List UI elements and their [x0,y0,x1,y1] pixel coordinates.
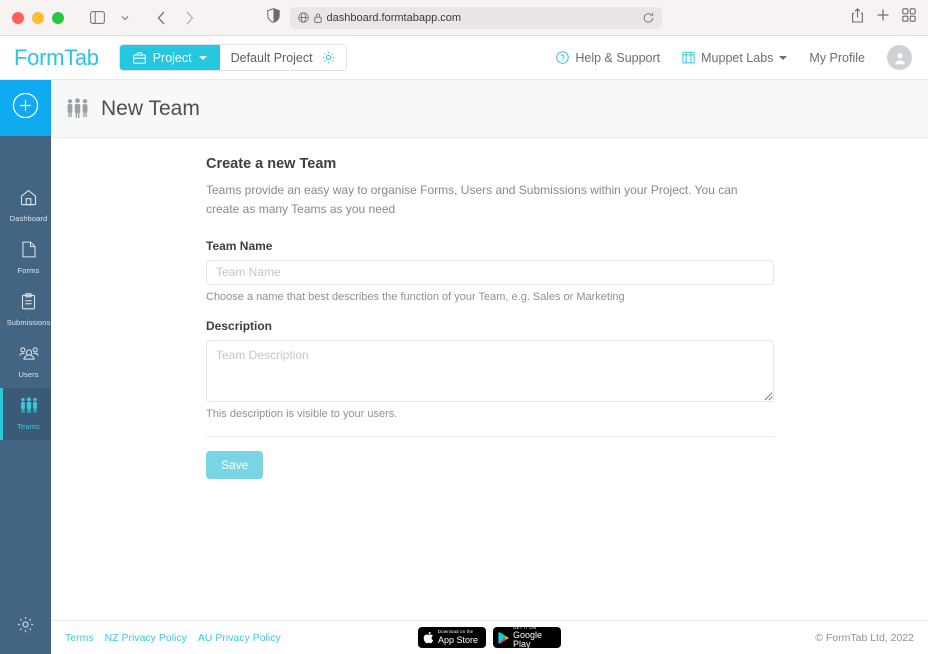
project-button-label: Project [152,50,192,65]
team-name-input[interactable] [206,259,774,285]
description-help-text: This description is visible to your user… [206,407,398,420]
footer-links: Terms NZ Privacy Policy AU Privacy Polic… [65,632,281,644]
page-header: New Team [51,80,928,138]
google-play-text: GET IT ON Google Play [513,625,556,650]
sidebar-item-label: Forms [17,266,40,275]
back-arrow-icon[interactable] [148,6,174,30]
description-field-block: Description This description is visible … [206,319,774,420]
google-play-big-label: Google Play [513,630,543,650]
sidebar-item-label: Teams [17,422,40,431]
gear-icon [17,616,34,638]
share-icon[interactable] [851,7,864,28]
sidebar-item-submissions[interactable]: Submissions [0,284,51,336]
app-logo[interactable]: FormTab [14,45,99,71]
browser-toolbar: dashboard.formtabapp.com [0,0,928,36]
form-divider [206,435,774,437]
footer-link-au-privacy[interactable]: AU Privacy Policy [198,632,281,644]
forward-arrow-icon[interactable] [176,6,202,30]
question-circle-icon [556,51,570,64]
current-project-name[interactable]: Default Project [219,45,346,70]
tab-overview-icon[interactable] [902,8,916,27]
sidebar-toggle-icon[interactable] [84,6,110,30]
sidebar-item-label: Dashboard [9,214,48,223]
organisation-dropdown[interactable]: Muppet Labs [682,50,788,65]
team-name-field-block: Team Name Choose a name that best descri… [206,239,774,303]
minimize-window-button[interactable] [32,11,44,24]
project-dropdown-button[interactable]: Project [119,45,220,70]
lock-icon [313,13,322,23]
form-heading: Create a new Team [206,156,337,172]
reload-icon[interactable] [643,12,654,24]
help-and-support-link[interactable]: Help & Support [556,51,660,65]
gear-icon[interactable] [322,51,335,64]
create-team-form: Create a new Team Teams provide an easy … [206,156,774,479]
help-label: Help & Support [575,50,661,65]
save-button[interactable]: Save [206,450,264,479]
users-icon [18,346,39,367]
content-column: New Team Create a new Team Teams provide… [51,80,928,654]
description-label: Description [206,318,273,333]
google-play-badge[interactable]: GET IT ON Google Play [493,625,561,650]
sidebar-item-label: Users [18,369,39,379]
sidebar-item-users[interactable]: Users [0,336,51,388]
plus-circle-icon [12,92,39,124]
app-store-big-label: App Store [438,634,479,645]
chevron-down-icon [198,55,207,60]
building-icon [682,51,695,64]
sidebar-item-dashboard[interactable]: Dashboard [0,180,51,232]
organisation-label: Muppet Labs [701,50,774,65]
document-icon [21,241,37,263]
sidebar-item-forms[interactable]: Forms [0,232,51,284]
app-navbar: FormTab Project Default Project Help & S… [0,36,928,80]
briefcase-icon [132,51,146,64]
team-name-label: Team Name [206,238,273,253]
chevron-down-icon [779,55,788,60]
form-description: Teams provide an easy way to organise Fo… [206,183,738,217]
app-store-text: Download on the App Store [438,629,479,645]
home-icon [20,189,37,211]
sidebar-item-label: Submissions [6,318,51,327]
footer-link-nz-privacy[interactable]: NZ Privacy Policy [105,632,187,644]
current-project-label: Default Project [230,50,313,65]
sidebar-chevron-down-icon[interactable] [112,6,138,30]
main-content: Create a new Team Teams provide an easy … [51,138,928,620]
google-play-icon [498,631,509,644]
teams-icon [65,98,90,119]
team-description-textarea[interactable] [206,339,774,402]
app-store-badge[interactable]: Download on the App Store [418,627,486,648]
sidebar: Dashboard Forms Submissions Users Teams [0,80,51,654]
plus-icon[interactable] [876,8,890,27]
profile-label: My Profile [809,50,865,65]
add-new-button[interactable] [0,80,51,136]
avatar[interactable] [887,45,912,70]
reader-shield-icon[interactable] [266,7,280,28]
my-profile-link[interactable]: My Profile [809,51,865,65]
window-traffic-lights [12,11,64,24]
address-bar[interactable]: dashboard.formtabapp.com [289,6,662,29]
project-selector-group: Project Default Project [118,44,347,71]
close-window-button[interactable] [12,11,24,24]
clipboard-icon [21,293,36,315]
sidebar-settings-button[interactable] [0,600,51,654]
app-body: Dashboard Forms Submissions Users Teams … [0,80,928,654]
footer-link-terms[interactable]: Terms [65,632,94,644]
footer: Terms NZ Privacy Policy AU Privacy Polic… [51,620,928,654]
maximize-window-button[interactable] [52,11,64,24]
team-name-help-text: Choose a name that best describes the fu… [206,290,625,303]
sidebar-item-teams[interactable]: Teams [0,388,51,440]
page-title: New Team [101,96,200,120]
teams-icon [19,397,39,419]
copyright-text: © FormTab Ltd, 2022 [815,631,914,644]
globe-icon [297,12,309,23]
app-store-small-label: Download on the [438,629,474,635]
url-text: dashboard.formtabapp.com [326,11,462,24]
apple-icon [423,631,434,644]
